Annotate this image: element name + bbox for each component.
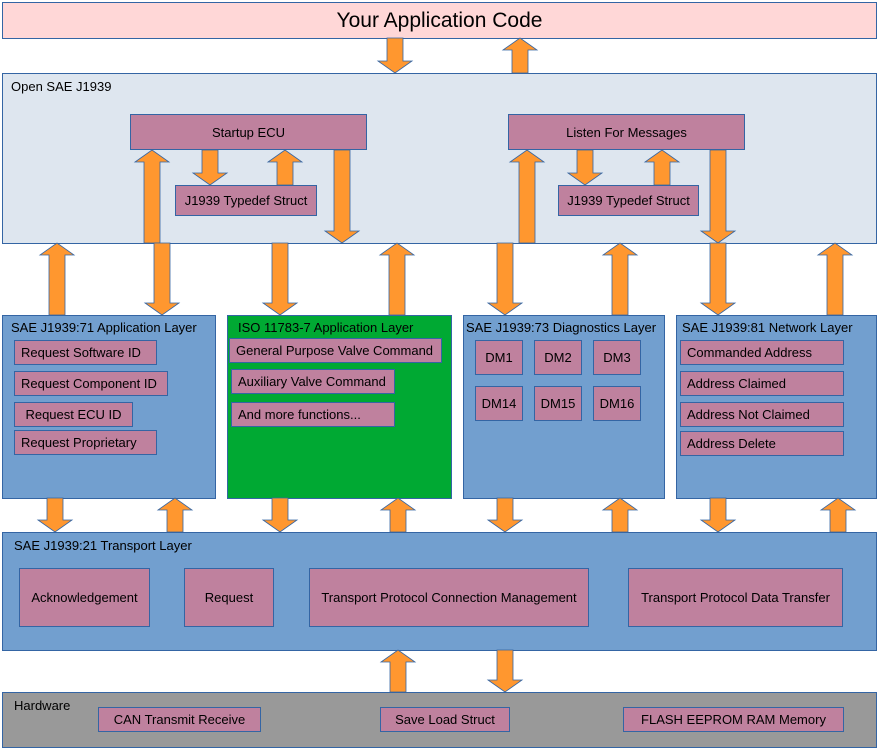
arrow-down-icon bbox=[323, 149, 361, 244]
arrow-up-icon bbox=[819, 497, 857, 533]
arrow-up-icon bbox=[816, 242, 854, 316]
arrow-down-icon bbox=[191, 149, 229, 186]
arrow-down-icon bbox=[486, 649, 524, 693]
arrow-down-icon bbox=[486, 242, 524, 316]
arrow-down-icon bbox=[36, 497, 74, 533]
arrow-down-icon bbox=[376, 37, 414, 74]
arrow-down-icon bbox=[486, 497, 524, 533]
arrow-down-icon bbox=[699, 149, 737, 244]
arrow-up-icon bbox=[379, 649, 417, 693]
arrow-down-icon bbox=[261, 497, 299, 533]
arrow-up-icon bbox=[133, 149, 171, 244]
arrow-down-icon bbox=[699, 497, 737, 533]
arrow-up-icon bbox=[38, 242, 76, 316]
arrow-up-icon bbox=[378, 242, 416, 316]
arrow-up-icon bbox=[601, 497, 639, 533]
arrow-down-icon bbox=[699, 242, 737, 316]
arrow-down-icon bbox=[261, 242, 299, 316]
arrow-up-icon bbox=[266, 149, 304, 186]
arrow-down-icon bbox=[143, 242, 181, 316]
arrow-up-icon bbox=[156, 497, 194, 533]
arrow-up-icon bbox=[379, 497, 417, 533]
arrows-layer bbox=[36, 37, 857, 693]
arrow-up-icon bbox=[643, 149, 681, 186]
arrow-up-icon bbox=[601, 242, 639, 316]
arrow-up-icon bbox=[501, 37, 539, 74]
arrow-up-icon bbox=[508, 149, 546, 244]
arrow-down-icon bbox=[566, 149, 604, 186]
